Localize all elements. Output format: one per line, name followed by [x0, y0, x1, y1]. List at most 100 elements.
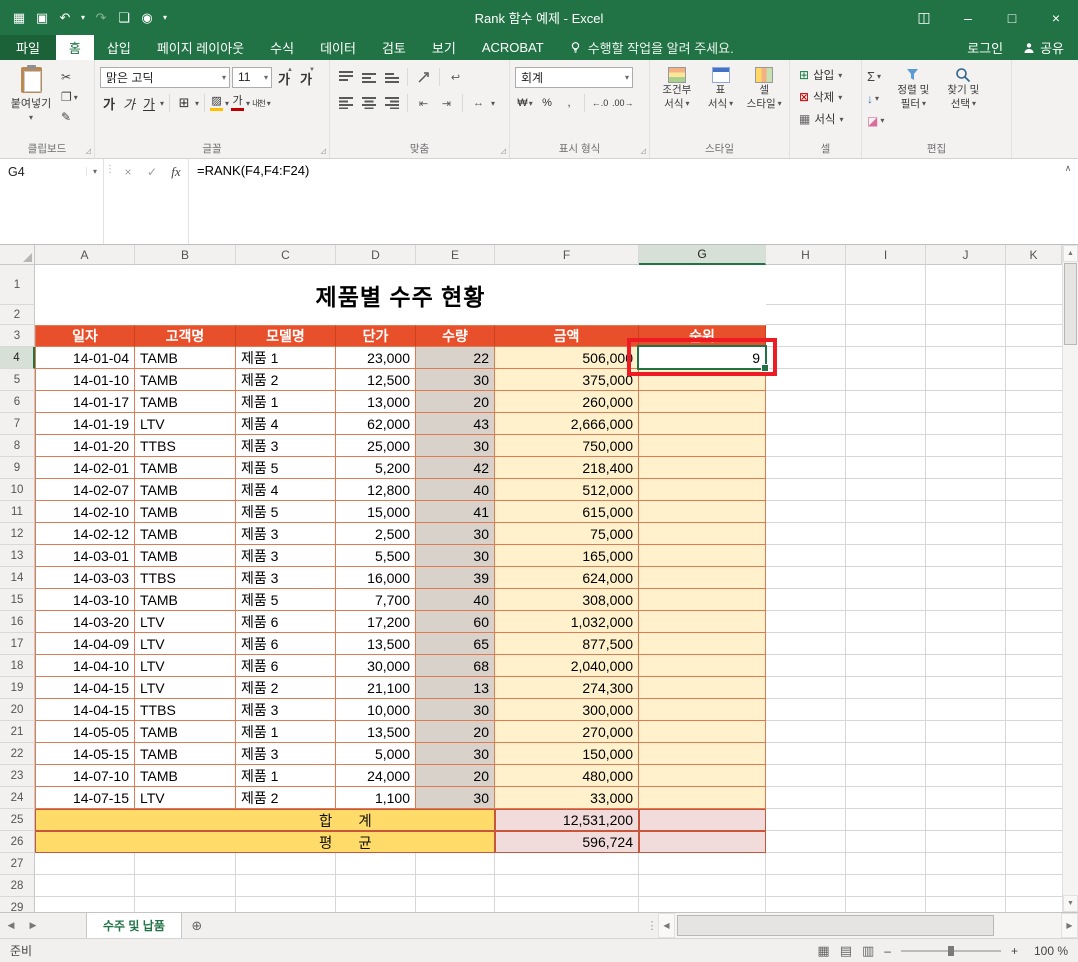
cell-D19[interactable]: 21,100	[336, 677, 416, 699]
cell-G16[interactable]	[639, 611, 766, 633]
vertical-scrollbar[interactable]: ▲ ▼	[1062, 245, 1078, 912]
clear-button[interactable]: ◪ ▾	[867, 111, 884, 130]
align-middle-button[interactable]	[358, 67, 379, 87]
row-header-3[interactable]: 3	[0, 325, 35, 347]
formula-input[interactable]: =RANK(F4,F4:F24)	[189, 159, 1058, 244]
cell-D8[interactable]: 25,000	[336, 435, 416, 457]
percent-style-button[interactable]: %	[537, 93, 557, 113]
cell-A10[interactable]: 14-02-07	[35, 479, 135, 501]
delete-cells-button[interactable]: ⊠ 삭제 ▾	[795, 86, 858, 108]
cell-C7[interactable]: 제품 4	[236, 413, 336, 435]
row-header-15[interactable]: 15	[0, 589, 35, 611]
format-as-table-button[interactable]: 표 서식 ▾	[699, 64, 743, 110]
table-header-6[interactable]: 금액	[495, 325, 639, 347]
redo-button[interactable]: ↷	[90, 7, 112, 29]
cell-B10[interactable]: TAMB	[135, 479, 236, 501]
cell-F21[interactable]: 270,000	[495, 721, 639, 743]
align-right-button[interactable]	[381, 93, 402, 113]
cell-F11[interactable]: 615,000	[495, 501, 639, 523]
font-size-dropdown-icon[interactable]: ▾	[261, 73, 271, 82]
cell-F7[interactable]: 2,666,000	[495, 413, 639, 435]
cell-F14[interactable]: 624,000	[495, 567, 639, 589]
cell-F17[interactable]: 877,500	[495, 633, 639, 655]
cell-A16[interactable]: 14-03-20	[35, 611, 135, 633]
font-name-select[interactable]: 맑은 고딕 ▾	[100, 66, 230, 88]
underline-dropdown-icon[interactable]: ▾	[160, 99, 164, 108]
cell-B15[interactable]: TAMB	[135, 589, 236, 611]
row-header-4[interactable]: 4	[0, 347, 35, 369]
cell-B8[interactable]: TTBS	[135, 435, 236, 457]
formula-bar-collapse-icon[interactable]: ∧	[1058, 159, 1078, 244]
cell-A20[interactable]: 14-04-15	[35, 699, 135, 721]
zoom-slider-thumb[interactable]	[947, 945, 954, 956]
cell-C16[interactable]: 제품 6	[236, 611, 336, 633]
cell-F12[interactable]: 75,000	[495, 523, 639, 545]
cell-D4[interactable]: 23,000	[336, 347, 416, 369]
column-header-A[interactable]: A	[35, 245, 135, 265]
row-header-11[interactable]: 11	[0, 501, 35, 523]
cell-G21[interactable]	[639, 721, 766, 743]
cell-G25[interactable]	[639, 809, 766, 831]
cell-D15[interactable]: 7,700	[336, 589, 416, 611]
row-header-25[interactable]: 25	[0, 809, 35, 831]
italic-button[interactable]: 가	[120, 93, 138, 114]
cell-B11[interactable]: TAMB	[135, 501, 236, 523]
page-break-view-button[interactable]: ▥	[862, 943, 874, 959]
cell-E5[interactable]: 30	[416, 369, 495, 391]
increase-indent-button[interactable]: ⇥	[436, 93, 457, 113]
cell-D7[interactable]: 62,000	[336, 413, 416, 435]
row-header-21[interactable]: 21	[0, 721, 35, 743]
table-header-5[interactable]: 수량	[416, 325, 495, 347]
cell-D23[interactable]: 24,000	[336, 765, 416, 787]
cell-G13[interactable]	[639, 545, 766, 567]
undo-button[interactable]: ↶	[54, 7, 76, 29]
font-dialog-launcher[interactable]: ◿	[321, 147, 326, 155]
cell-C15[interactable]: 제품 5	[236, 589, 336, 611]
tab-insert[interactable]: 삽입	[94, 35, 144, 60]
cell-G15[interactable]	[639, 589, 766, 611]
number-format-select[interactable]: 회계 ▾	[515, 66, 633, 88]
row-header-27[interactable]: 27	[0, 853, 35, 875]
cell-C4[interactable]: 제품 1	[236, 347, 336, 369]
cell-G17[interactable]	[639, 633, 766, 655]
cell-B24[interactable]: LTV	[135, 787, 236, 809]
increase-decimal-button[interactable]: ←.0	[590, 93, 610, 113]
row-header-7[interactable]: 7	[0, 413, 35, 435]
cell-G24[interactable]	[639, 787, 766, 809]
cell-F13[interactable]: 165,000	[495, 545, 639, 567]
alignment-dialog-launcher[interactable]: ◿	[501, 147, 506, 155]
cell-F4[interactable]: 506,000	[495, 347, 639, 369]
cell-C17[interactable]: 제품 6	[236, 633, 336, 655]
tab-formulas[interactable]: 수식	[257, 35, 307, 60]
cell-D14[interactable]: 16,000	[336, 567, 416, 589]
cell-G12[interactable]	[639, 523, 766, 545]
cell-G20[interactable]	[639, 699, 766, 721]
cancel-button[interactable]: ×	[116, 161, 140, 182]
cell-D13[interactable]: 5,500	[336, 545, 416, 567]
increase-font-size-button[interactable]: 가 ▲	[274, 67, 294, 88]
cell-A4[interactable]: 14-01-04	[35, 347, 135, 369]
cell-C14[interactable]: 제품 3	[236, 567, 336, 589]
cell-F16[interactable]: 1,032,000	[495, 611, 639, 633]
paste-button[interactable]: 붙여넣기 ▾	[5, 64, 57, 122]
cell-A11[interactable]: 14-02-10	[35, 501, 135, 523]
accounting-format-button[interactable]: ₩ ▾	[515, 93, 535, 113]
tab-file[interactable]: 파일	[0, 35, 56, 60]
copy-button[interactable]: ❐ ▾	[61, 89, 78, 105]
cell-C6[interactable]: 제품 1	[236, 391, 336, 413]
cell-E24[interactable]: 30	[416, 787, 495, 809]
merge-center-dropdown-icon[interactable]: ▾	[491, 99, 495, 108]
comma-style-button[interactable]: ,	[559, 93, 579, 113]
format-painter-button[interactable]: ✎	[61, 109, 78, 125]
sign-in-link[interactable]: 로그인	[967, 38, 1003, 57]
ribbon-display-options-button[interactable]: ◫	[902, 0, 946, 35]
cell-A13[interactable]: 14-03-01	[35, 545, 135, 567]
cell-E9[interactable]: 42	[416, 457, 495, 479]
cell-C5[interactable]: 제품 2	[236, 369, 336, 391]
cell-G6[interactable]	[639, 391, 766, 413]
cell-F18[interactable]: 2,040,000	[495, 655, 639, 677]
cell-E4[interactable]: 22	[416, 347, 495, 369]
cell-C23[interactable]: 제품 1	[236, 765, 336, 787]
wrap-text-button[interactable]: ↩	[445, 67, 466, 87]
sheet-nav-next-button[interactable]: ▶	[22, 913, 44, 938]
